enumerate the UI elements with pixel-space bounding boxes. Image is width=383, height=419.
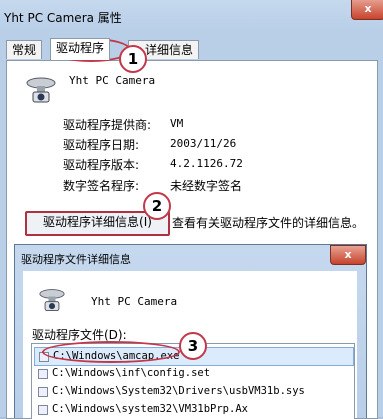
file-icon [38,387,48,397]
tab-bar: 常规 详细信息 驱动程序 [6,38,378,60]
provider-value: VM [170,117,184,130]
tab-driver[interactable]: 驱动程序 [50,38,111,60]
camera-icon [39,289,65,311]
date-label: 驱动程序日期: [63,138,140,152]
driver-file-details-dialog: 驱动程序文件详细信息 x Yht PC Camera 驱动程序文件(D): C:… [14,244,367,419]
dialog-close-button[interactable]: x [330,245,366,265]
signer-label: 数字签名程序: [63,179,140,193]
callout-badge-1: 1 [119,45,147,73]
file-icon [38,405,48,415]
dialog-title: 驱动程序文件详细信息 [21,253,131,266]
callout-badge-2: 2 [143,192,171,220]
close-button[interactable]: x [351,0,383,20]
callout-badge-3: 3 [179,332,207,360]
close-icon: x [344,248,352,261]
list-item[interactable]: C:\Windows\System32\Drivers\usbVM31b.sys [34,383,352,400]
signer-value: 未经数字签名 [170,179,243,193]
date-value: 2003/11/26 [170,137,237,150]
version-label: 驱动程序版本: [63,158,140,172]
provider-label: 驱动程序提供商: [63,118,152,132]
list-item[interactable]: C:\Windows\system32\VM31bPrp.Ax [34,401,352,418]
device-name: Yht PC Camera [69,74,156,87]
tab-general[interactable]: 常规 [6,40,43,59]
list-item[interactable]: C:\Windows\inf\config.set [34,365,352,382]
camera-properties-window: Yht PC Camera 属性 x 常规 详细信息 驱动程序 1 Yht PC… [0,0,383,419]
close-icon: x [364,2,372,15]
window-title: Yht PC Camera 属性 [4,11,122,25]
dialog-device-name: Yht PC Camera [91,295,178,308]
driver-details-description: 查看有关驱动程序文件的详细信息。 [172,216,365,230]
camera-icon [26,77,56,103]
callout-ring [42,341,180,363]
file-icon [38,369,48,379]
version-value: 4.2.1126.72 [170,157,243,170]
